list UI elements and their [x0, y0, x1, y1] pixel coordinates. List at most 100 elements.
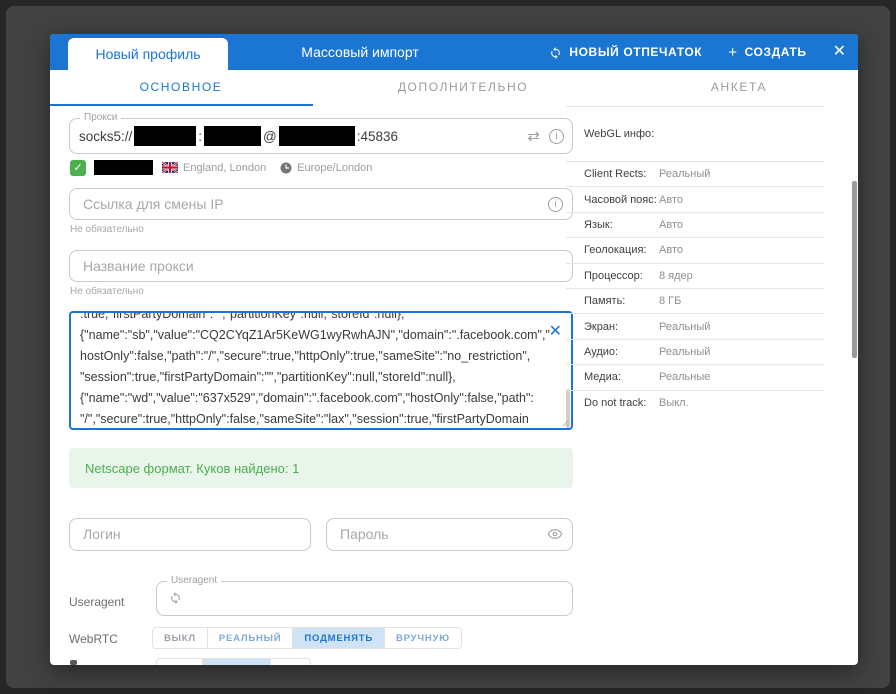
webrtc-button-group: ВЫКЛ РЕАЛЬНЫЙ ПОДМЕНЯТЬ ВРУЧНУЮ — [152, 627, 462, 649]
row-value: Реальный — [659, 168, 710, 180]
change-ip-input[interactable]: Ссылка для смены IP i — [69, 188, 573, 220]
change-ip-placeholder: Ссылка для смены IP — [83, 196, 224, 212]
redacted-proxy-ip — [94, 160, 153, 175]
dialog-header: Новый профиль Массовый импорт НОВЫЙ ОТПЕ… — [50, 34, 858, 70]
useragent-label: Useragent — [69, 595, 124, 609]
panel-row-media: Медиа: Реальные — [566, 365, 824, 390]
proxy-name-input[interactable]: Название прокси — [69, 250, 573, 282]
webrtc-substitute-button[interactable]: ПОДМЕНЯТЬ — [293, 627, 385, 649]
row-value: 8 ядер — [659, 270, 693, 282]
proxy-geo-location: England, London — [183, 162, 266, 174]
panel-row-geolocation: Геолокация: Авто — [566, 238, 824, 263]
clear-cookies-icon[interactable]: ✕ — [549, 324, 562, 340]
row-label: Геолокация: — [584, 244, 659, 256]
proxy-port-suffix: :45836 — [357, 129, 398, 144]
proxy-check-row: ✓ England, London Europe/London — [70, 159, 372, 176]
new-fingerprint-label: НОВЫЙ ОТПЕЧАТОК — [569, 45, 702, 59]
proxy-at: @ — [263, 129, 277, 144]
row-value: Реальный — [659, 346, 710, 358]
panel-row-webgl: WebGL инфо: — [566, 107, 824, 162]
panel-row-memory: Память: 8 ГБ — [566, 289, 824, 314]
tab-questionnaire[interactable]: АНКЕТА — [694, 70, 784, 104]
info-icon[interactable]: i — [549, 129, 564, 144]
row-value: 8 ГБ — [659, 295, 681, 307]
proxy-input[interactable]: Прокси socks5:// : @ :45836 ⇄ i — [69, 118, 573, 154]
panel-row-audio: Аудио: Реальный — [566, 340, 824, 365]
useragent-legend: Useragent — [167, 575, 221, 587]
dialog-scrollbar[interactable] — [852, 181, 857, 358]
redacted-proxy-credentials — [279, 126, 355, 146]
login-input[interactable]: Логин — [69, 518, 311, 551]
active-tab-underline — [50, 104, 313, 106]
row-value: Выкл. — [659, 397, 689, 409]
change-ip-helper: Не обязательно — [70, 224, 144, 235]
clipped-button[interactable] — [203, 658, 271, 665]
row-label: Язык: — [584, 219, 659, 231]
proxy-value: socks5:// : @ :45836 — [79, 119, 398, 153]
row-label: Аудио: — [584, 346, 659, 358]
fingerprint-panel: WebGL инфо: Client Rects: Реальный Часов… — [566, 106, 824, 416]
panel-row-timezone: Часовой пояс: Авто — [566, 187, 824, 212]
row-label: Экран: — [584, 321, 659, 333]
redacted-proxy-host — [134, 126, 196, 146]
row-label: Do not track: — [584, 397, 659, 409]
panel-row-language: Язык: Авто — [566, 213, 824, 238]
tab-new-profile[interactable]: Новый профиль — [68, 38, 228, 70]
row-label: Часовой пояс: — [584, 194, 659, 206]
clipped-button-group — [156, 658, 311, 665]
new-fingerprint-button[interactable]: НОВЫЙ ОТПЕЧАТОК — [549, 45, 702, 59]
row-label: Процессор: — [584, 270, 659, 282]
row-value: Реальные — [659, 371, 710, 383]
panel-row-screen: Экран: Реальный — [566, 314, 824, 339]
alert-text: Netscape формат. Куков найдено: 1 — [85, 461, 299, 476]
row-label: Медиа: — [584, 371, 659, 383]
cookies-textarea[interactable]: :true,"firstPartyDomain":"","partitionKe… — [69, 311, 573, 430]
cookies-format-alert: Netscape формат. Куков найдено: 1 — [69, 448, 573, 488]
panel-row-cpu: Процессор: 8 ядер — [566, 264, 824, 289]
modal-backdrop: Новый профиль Массовый импорт НОВЫЙ ОТПЕ… — [6, 6, 890, 688]
clock-icon — [280, 162, 292, 174]
proxy-name-placeholder: Название прокси — [83, 258, 194, 274]
proxy-geo-timezone: Europe/London — [297, 162, 372, 174]
clipped-button[interactable] — [156, 658, 203, 665]
eye-icon[interactable] — [547, 526, 563, 542]
create-button[interactable]: + СОЗДАТЬ — [728, 44, 806, 61]
row-label: Память: — [584, 295, 659, 307]
password-placeholder: Пароль — [340, 526, 389, 542]
info-icon[interactable]: i — [548, 197, 563, 212]
webrtc-off-button[interactable]: ВЫКЛ — [152, 627, 208, 649]
sync-icon — [549, 46, 562, 59]
webrtc-manual-button[interactable]: ВРУЧНУЮ — [385, 627, 462, 649]
section-tabbar: ОСНОВНОЕ ДОПОЛНИТЕЛЬНО АНКЕТА — [50, 70, 858, 106]
swap-icon[interactable]: ⇄ — [527, 127, 540, 145]
row-value: Авто — [659, 219, 683, 231]
cookies-content: :true,"firstPartyDomain":"","partitionKe… — [80, 311, 555, 430]
password-input[interactable]: Пароль — [326, 518, 573, 551]
proxy-name-helper: Не обязательно — [70, 286, 144, 297]
tab-mass-import[interactable]: Массовый импорт — [272, 34, 448, 70]
create-label: СОЗДАТЬ — [745, 45, 807, 59]
panel-row-client-rects: Client Rects: Реальный — [566, 162, 824, 187]
clipped-button[interactable] — [271, 658, 311, 665]
row-label: Client Rects: — [584, 168, 659, 180]
close-icon[interactable]: ✕ — [833, 44, 846, 60]
redacted-proxy-port — [204, 126, 261, 146]
proxy-scheme: socks5:// — [79, 129, 132, 144]
row-value: Авто — [659, 244, 683, 256]
tab-additional[interactable]: ДОПОЛНИТЕЛЬНО — [383, 70, 543, 104]
row-value: Авто — [659, 194, 683, 206]
row-value: Реальный — [659, 321, 710, 333]
proxy-separator: : — [198, 129, 202, 144]
proxy-check-icon[interactable]: ✓ — [70, 160, 86, 176]
webrtc-real-button[interactable]: РЕАЛЬНЫЙ — [208, 627, 294, 649]
row-label: WebGL инфо: — [584, 128, 659, 140]
webrtc-label: WebRTC — [69, 632, 118, 646]
useragent-input[interactable]: Useragent — [156, 581, 573, 616]
tab-main[interactable]: ОСНОВНОЕ — [116, 70, 246, 104]
panel-row-do-not-track: Do not track: Выкл. — [566, 391, 824, 416]
uk-flag-icon — [162, 162, 178, 173]
refresh-icon[interactable] — [169, 591, 182, 604]
plus-icon: + — [728, 44, 737, 61]
login-placeholder: Логин — [83, 526, 121, 542]
resize-handle-icon[interactable] — [562, 419, 570, 427]
